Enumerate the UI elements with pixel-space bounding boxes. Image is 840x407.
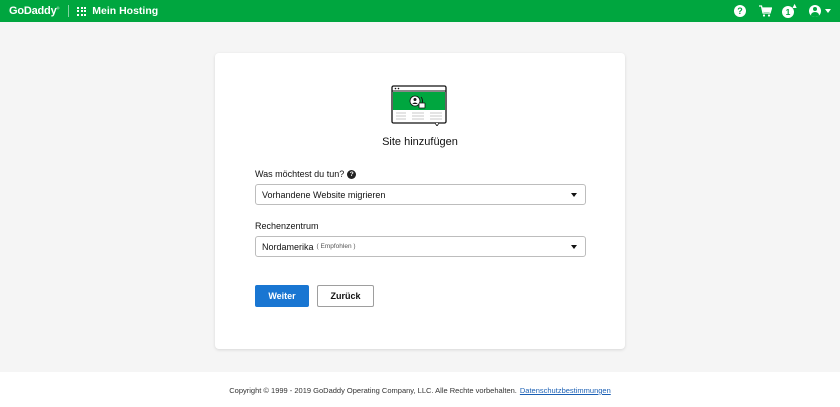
top-bar: GoDaddy® Mein Hosting ? 1 ▲	[0, 0, 840, 22]
cart-icon[interactable]	[759, 5, 772, 17]
action-select-value: Vorhandene Website migrieren	[262, 189, 386, 200]
next-button[interactable]: Weiter	[255, 285, 309, 307]
help-icon[interactable]: ?	[734, 5, 746, 17]
datacenter-field-label: Rechenzentrum	[255, 221, 319, 231]
chevron-down-icon	[571, 245, 577, 249]
footer-text: Copyright © 1999 - 2019 GoDaddy Operatin…	[0, 386, 840, 395]
back-button[interactable]: Zurück	[317, 285, 374, 307]
footer: Copyright © 1999 - 2019 GoDaddy Operatin…	[0, 372, 840, 407]
website-migration-illustration	[391, 85, 447, 126]
app-title[interactable]: Mein Hosting	[92, 5, 158, 17]
apps-grid-icon[interactable]	[77, 6, 87, 16]
bell-icon: ▲	[791, 3, 798, 10]
page-title: Site hinzufügen	[382, 136, 458, 148]
account-menu[interactable]	[809, 5, 831, 17]
action-select[interactable]: Vorhandene Website migrieren	[255, 184, 586, 205]
datacenter-select-value: Nordamerika	[262, 241, 314, 252]
chevron-down-icon	[571, 193, 577, 197]
user-icon	[809, 5, 821, 17]
action-field-label: Was möchtest du tun? ?	[255, 169, 357, 179]
topbar-divider	[68, 5, 70, 17]
copyright-text: Copyright © 1999 - 2019 GoDaddy Operatin…	[229, 386, 517, 395]
privacy-link[interactable]: Datenschutzbestimmungen	[520, 386, 611, 395]
chevron-down-icon	[825, 9, 831, 13]
recommended-hint: ( Empfohlen )	[316, 243, 356, 250]
datacenter-select[interactable]: Nordamerika ( Empfohlen )	[255, 236, 586, 257]
godaddy-logo[interactable]: GoDaddy®	[9, 5, 59, 17]
notifications-button[interactable]: 1 ▲	[782, 3, 798, 18]
info-icon[interactable]: ?	[347, 169, 357, 179]
add-site-card: Site hinzufügen Was möchtest du tun? ? V…	[215, 53, 625, 349]
topbar-actions: ? 1 ▲	[734, 0, 831, 22]
